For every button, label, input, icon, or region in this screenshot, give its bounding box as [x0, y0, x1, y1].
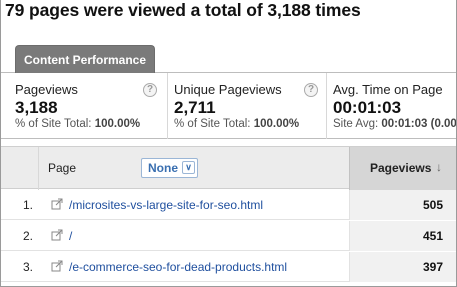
help-icon[interactable]: ?: [304, 83, 318, 97]
external-link-icon[interactable]: [51, 260, 63, 272]
column-header-pageviews[interactable]: Pageviews ↓: [349, 147, 456, 190]
page-link[interactable]: /: [69, 229, 72, 243]
pageviews-value: 397: [422, 260, 443, 274]
metric-avg-time-on-page: Avg. Time on Page 00:01:03 Site Avg: 00:…: [326, 73, 457, 139]
external-link-icon[interactable]: [51, 198, 63, 210]
metric-sub-label: % of Site Total:: [174, 118, 251, 130]
sort-descending-icon: ↓: [436, 160, 442, 174]
table-header: Page None ∨ Pageviews ↓: [1, 146, 456, 190]
metric-subtext: % of Site Total: 100.00%: [15, 118, 164, 130]
metric-sub-value: 00:01:03 (0.00%): [381, 118, 457, 130]
pageviews-cell: 397: [349, 252, 456, 282]
metric-value: 3,188: [15, 98, 58, 117]
pageviews-value: 505: [422, 198, 443, 212]
metric-sub-value: 100.00%: [94, 118, 141, 130]
column-header-page: Page: [48, 161, 77, 175]
metric-value: 2,711: [174, 98, 216, 117]
secondary-dimension-select[interactable]: None ∨: [141, 158, 198, 178]
chevron-down-icon: ∨: [182, 161, 195, 174]
tab-bar: Content Performance: [1, 45, 456, 73]
metric-label: Avg. Time on Page: [333, 82, 443, 97]
page-link[interactable]: /microsites-vs-large-site-for-seo.html: [69, 198, 263, 212]
metric-pageviews: Pageviews 3,188 % of Site Total: 100.00%…: [9, 73, 164, 139]
metric-subtext: Site Avg: 00:01:03 (0.00%): [333, 118, 457, 130]
pageviews-value: 451: [422, 229, 443, 243]
row-number: 1.: [22, 198, 33, 212]
metric-subtext: % of Site Total: 100.00%: [174, 118, 326, 130]
secondary-dimension-value: None: [148, 161, 178, 175]
page-link[interactable]: /e-commerce-seo-for-dead-products.html: [69, 260, 287, 274]
row-number: 2.: [22, 229, 33, 243]
table-row: 3. /e-commerce-seo-for-dead-products.htm…: [1, 252, 456, 282]
metric-sub-label: % of Site Total:: [15, 118, 92, 130]
metric-sub-value: 100.00%: [253, 118, 300, 130]
help-icon[interactable]: ?: [143, 83, 157, 97]
metric-value: 00:01:03: [333, 98, 402, 117]
report-headline: 79 pages were viewed a total of 3,188 ti…: [5, 0, 361, 20]
metric-label: Pageviews: [15, 82, 78, 97]
table-row: 2. / 451: [1, 221, 456, 251]
metric-sub-label: Site Avg:: [333, 118, 379, 130]
row-number: 3.: [22, 260, 33, 274]
external-link-icon[interactable]: [51, 229, 63, 241]
metric-unique-pageviews: Unique Pageviews 2,711 % of Site Total: …: [167, 73, 326, 139]
pageviews-cell: 451: [349, 221, 456, 251]
table-row: 1. /microsites-vs-large-site-for-seo.htm…: [1, 190, 456, 220]
metrics-summary: Pageviews 3,188 % of Site Total: 100.00%…: [1, 73, 456, 139]
column-header-pageviews-label: Pageviews: [370, 161, 432, 175]
tab-content-performance[interactable]: Content Performance: [15, 45, 156, 73]
pageviews-cell: 505: [349, 190, 456, 220]
column-divider: [38, 147, 39, 190]
report-frame: 79 pages were viewed a total of 3,188 ti…: [0, 0, 457, 287]
